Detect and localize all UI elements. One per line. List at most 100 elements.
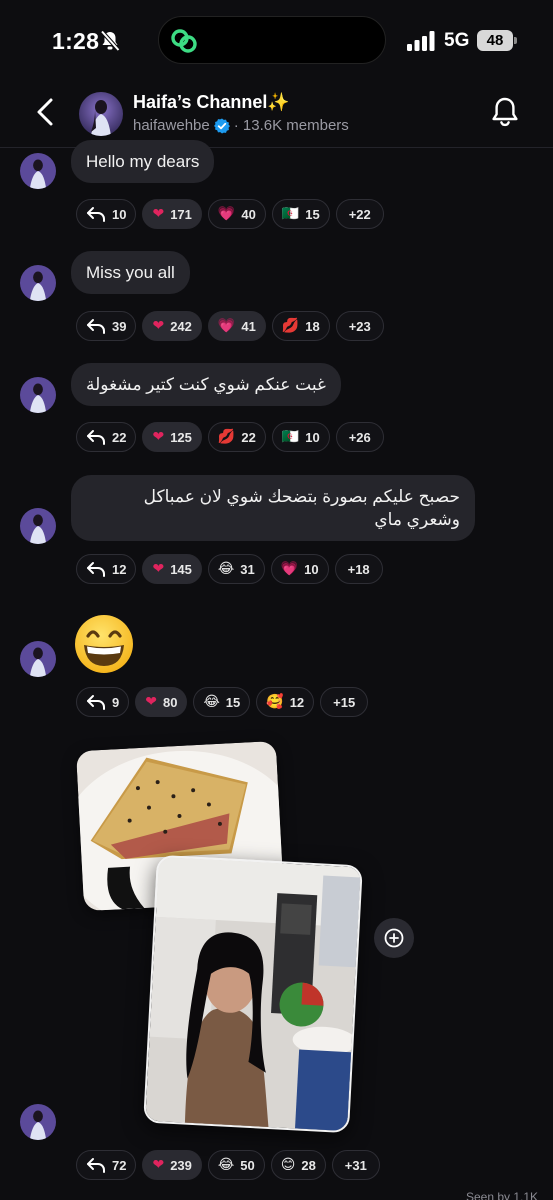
reaction-chip[interactable]: 💋 18 — [271, 311, 330, 341]
more-reactions-chip[interactable]: +15 — [320, 687, 369, 717]
kiss-emoji: 💋 — [217, 429, 236, 445]
more-reactions-chip[interactable]: +26 — [335, 422, 384, 452]
battery-indicator: 48 — [477, 30, 517, 51]
add-reaction-button[interactable] — [374, 918, 414, 958]
reaction-count: 50 — [240, 1157, 255, 1173]
seen-count: Seen by 1.1K — [466, 1190, 539, 1200]
reaction-count: 10 — [304, 561, 319, 577]
reaction-chip[interactable]: 🇩🇿 10 — [271, 422, 330, 452]
more-reactions-chip[interactable]: +31 — [331, 1150, 380, 1180]
more-count: +18 — [347, 561, 370, 577]
reaction-chip[interactable]: ❤ 125 — [142, 422, 202, 452]
battery-tip — [514, 37, 517, 44]
reaction-chip[interactable]: ❤ 239 — [142, 1150, 202, 1180]
more-reactions-chip[interactable]: +23 — [335, 311, 384, 341]
more-count: +15 — [333, 694, 356, 710]
channel-subtitle: haifawehbe · 13.6K members — [133, 117, 349, 134]
reaction-count: 239 — [170, 1157, 192, 1173]
heart-emoji: ❤ — [152, 206, 165, 222]
reaction-chip[interactable]: ❤ 242 — [142, 311, 202, 341]
heart-emoji: ❤ — [145, 694, 157, 710]
smiling-hearts-emoji: 🥰 — [266, 694, 284, 710]
reaction-chip[interactable]: ❤ 171 — [142, 199, 202, 229]
reaction-count: 242 — [170, 318, 192, 334]
post-avatar[interactable] — [20, 265, 56, 301]
reply-arrow-icon — [87, 562, 105, 577]
reaction-count: 10 — [305, 429, 320, 445]
reaction-chip[interactable]: 🇩🇿 15 — [271, 199, 330, 229]
island-link-icon — [171, 29, 197, 53]
back-chevron-icon[interactable] — [30, 94, 62, 130]
verified-badge-icon — [213, 118, 230, 133]
reply-arrow-icon — [87, 207, 105, 222]
reaction-count: 40 — [241, 206, 256, 222]
channel-members: · 13.6K members — [233, 117, 349, 134]
reaction-chip[interactable]: 😂 50 — [207, 1150, 265, 1180]
joy-emoji: 😂 — [203, 694, 220, 710]
message-bubble: Hello my dears — [71, 140, 215, 183]
pink-heart-emoji: 💗 — [217, 318, 236, 334]
reaction-chip[interactable]: 💋 22 — [207, 422, 266, 452]
post-photo-selfie[interactable] — [143, 854, 363, 1134]
more-count: +31 — [344, 1157, 367, 1173]
blush-emoji: 😊 — [280, 1157, 296, 1173]
reaction-count: 31 — [240, 561, 255, 577]
reply-chip[interactable]: 72 — [76, 1150, 137, 1180]
reaction-chip[interactable]: ❤ 80 — [135, 687, 188, 717]
network-label: 5G — [444, 30, 470, 51]
heart-emoji: ❤ — [152, 561, 165, 577]
reply-chip[interactable]: 12 — [76, 554, 137, 584]
more-count: +26 — [348, 429, 371, 445]
pink-heart-emoji: 💗 — [217, 206, 236, 222]
post-avatar[interactable] — [20, 641, 56, 677]
algeria-flag-emoji: 🇩🇿 — [281, 429, 300, 445]
reply-chip[interactable]: 10 — [76, 199, 137, 229]
reaction-count: 18 — [305, 318, 320, 334]
reaction-chip[interactable]: 💗 41 — [207, 311, 266, 341]
post-avatar[interactable] — [20, 1104, 56, 1140]
reaction-chip[interactable]: 😂 31 — [207, 554, 265, 584]
reaction-count: 12 — [289, 694, 305, 710]
message-bubble: غبت عنكم شوي كنت كتير مشغولة — [71, 363, 341, 406]
more-count: +22 — [348, 206, 371, 222]
joy-emoji: 😂 — [217, 561, 235, 577]
reaction-count: 15 — [305, 206, 320, 222]
more-reactions-chip[interactable]: +18 — [334, 554, 383, 584]
post-avatar[interactable] — [20, 153, 56, 189]
channel-avatar[interactable] — [79, 92, 123, 136]
reaction-count: 80 — [162, 694, 178, 710]
pink-heart-emoji: 💗 — [280, 561, 299, 577]
dynamic-island — [158, 16, 386, 64]
reaction-count: 171 — [170, 206, 192, 222]
reaction-count: 28 — [301, 1157, 316, 1173]
heart-emoji: ❤ — [152, 318, 165, 334]
algeria-flag-emoji: 🇩🇿 — [281, 206, 300, 222]
reply-count: 10 — [112, 206, 127, 222]
joy-emoji: 😂 — [217, 1157, 235, 1173]
reaction-count: 15 — [225, 694, 241, 710]
reaction-bar: 12 ❤ 145 😂 31 💗 10 +18 — [76, 554, 383, 584]
post-avatar[interactable] — [20, 377, 56, 413]
reaction-chip[interactable]: 💗 10 — [270, 554, 329, 584]
reply-arrow-icon — [87, 319, 105, 334]
reaction-chip[interactable]: 🥰 12 — [256, 687, 315, 717]
reply-count: 9 — [112, 694, 120, 710]
grinning-face-icon — [75, 615, 133, 673]
reaction-chip[interactable]: 😂 15 — [193, 687, 251, 717]
reply-chip[interactable]: 39 — [76, 311, 137, 341]
reply-chip[interactable]: 22 — [76, 422, 137, 452]
channel-handle: haifawehbe — [133, 117, 210, 134]
status-bar: 1:28 5G 48 — [0, 0, 553, 80]
reaction-chip[interactable]: ❤ 145 — [142, 554, 202, 584]
reaction-bar: 22 ❤ 125 💋 22 🇩🇿 10 +26 — [76, 422, 384, 452]
more-reactions-chip[interactable]: +22 — [335, 199, 384, 229]
reaction-chip[interactable]: 💗 40 — [207, 199, 266, 229]
reply-chip[interactable]: 9 — [76, 687, 130, 717]
bell-icon[interactable] — [489, 95, 521, 129]
message-bubble: حصبح عليكم بصورة بتضحك شوي لان عمباكل وش… — [71, 475, 475, 541]
reply-arrow-icon — [87, 695, 105, 710]
more-count: +23 — [348, 318, 371, 334]
post-avatar[interactable] — [20, 508, 56, 544]
battery-level: 48 — [477, 30, 513, 51]
reaction-chip[interactable]: 😊 28 — [270, 1150, 326, 1180]
